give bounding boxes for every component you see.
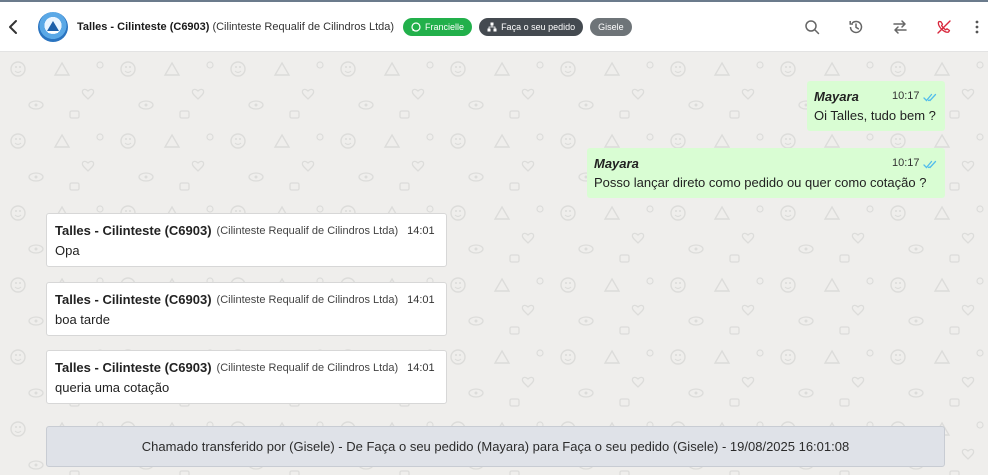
message-time: 14:01 [407,293,435,306]
chat-header: Talles - Cilinteste (C6903) (Cilinteste … [0,2,988,52]
message-time: 10:17 [892,90,920,102]
message-sender-company: (Cilinteste Requalif de Cilindros Ltda) [216,224,399,237]
system-notice: Chamado transferido por (Gisele) - De Fa… [46,426,945,467]
message-sender: Talles - Cilinteste (C6903) [55,292,212,307]
tag-queue-label: Faça o seu pedido [501,21,576,32]
message-sender-company: (Cilinteste Requalif de Cilindros Ltda) [216,293,399,306]
double-check-icon [923,160,937,169]
message-text: Posso lançar direto como pedido ou quer … [594,175,927,190]
message-text: Opa [55,243,80,258]
outgoing-message[interactable]: Mayara 10:17 Oi Talles, tudo bem ? [807,81,945,131]
message-text: queria uma cotação [55,380,170,395]
outgoing-message[interactable]: Mayara 10:17 Posso lançar direto como pe… [587,148,945,198]
contact-name: Talles - Cilinteste (C6903) [77,20,210,33]
message-time: 10:17 [892,157,920,169]
message-text: boa tarde [55,312,110,327]
message-time: 14:01 [407,224,435,237]
tag-queue[interactable]: Faça o seu pedido [479,17,584,36]
message-sender: Talles - Cilinteste (C6903) [55,223,212,238]
system-notice-text: Chamado transferido por (Gisele) - De Fa… [141,439,850,454]
history-icon [849,20,863,34]
whatsapp-icon [411,21,421,32]
logo-icon [47,20,59,33]
search-icon [805,20,820,35]
message-time: 14:01 [407,361,435,374]
transfer-icon [893,20,907,34]
incoming-message[interactable]: Talles - Cilinteste (C6903) (Cilinteste … [46,213,447,267]
tag-agent-label: Gisele [598,21,624,32]
end-call-icon [937,20,951,34]
hierarchy-icon [487,22,497,31]
tag-attendant-label: Francielle [425,21,465,32]
chevron-left-icon [9,19,17,34]
end-call-button[interactable] [922,2,966,52]
history-button[interactable] [834,2,878,52]
tag-attendant[interactable]: Francielle [403,17,473,36]
back-button[interactable] [0,2,26,52]
search-button[interactable] [790,2,834,52]
more-vert-icon [975,20,979,34]
message-sender: Mayara [594,156,639,171]
chat-area[interactable]: Mayara 10:17 Oi Talles, tudo bem ? Mayar… [0,53,988,475]
header-actions [790,2,988,52]
message-sender: Talles - Cilinteste (C6903) [55,360,212,375]
contact-company: (Cilinteste Requalif de Cilindros Ltda) [212,20,395,33]
double-check-icon [923,93,937,102]
tag-agent[interactable]: Gisele [590,17,632,36]
more-button[interactable] [966,2,988,52]
transfer-button[interactable] [878,2,922,52]
incoming-message[interactable]: Talles - Cilinteste (C6903) (Cilinteste … [46,350,447,404]
incoming-message[interactable]: Talles - Cilinteste (C6903) (Cilinteste … [46,282,447,336]
message-sender-company: (Cilinteste Requalif de Cilindros Ltda) [216,361,399,374]
message-sender: Mayara [814,89,859,104]
avatar[interactable] [38,11,68,42]
message-text: Oi Talles, tudo bem ? [814,108,936,123]
